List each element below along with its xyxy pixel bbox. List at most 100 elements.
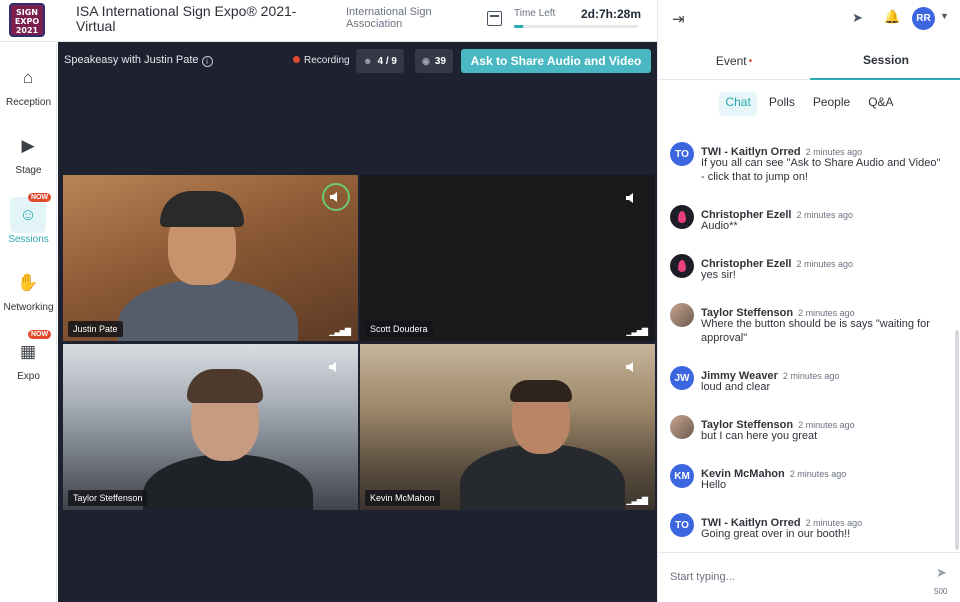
right-panel-toolbar: ⇥ ➤ 🔔 RR ▼	[658, 0, 960, 38]
handshake-icon: ✋	[17, 273, 39, 292]
message-text: Where the button should be is says "wait…	[701, 318, 930, 344]
nav-item-networking[interactable]: ✋ Networking	[0, 271, 57, 331]
sub-tab-polls[interactable]: Polls	[763, 92, 801, 116]
session-name: Speakeasy with Justin Pate i	[64, 54, 213, 67]
video-figure	[118, 279, 298, 341]
participants-count: 4 / 9	[377, 55, 397, 67]
participants-count-pill[interactable]: ☻ 4 / 9	[356, 49, 404, 73]
user-avatar[interactable]: RR	[912, 7, 935, 30]
message-text: but I can here you great	[701, 430, 818, 442]
nav-item-expo[interactable]: ▦ NOW Expo	[0, 330, 57, 400]
participant-name-tag: Scott Doudera	[365, 321, 433, 337]
chat-input[interactable]	[670, 565, 920, 589]
video-figure	[510, 380, 572, 402]
message-text: Going great over in our booth!!	[701, 528, 851, 540]
message-avatar[interactable]: TO	[670, 142, 694, 166]
info-icon[interactable]: i	[201, 56, 213, 67]
character-count: 500	[934, 587, 948, 596]
time-progress-bar	[514, 25, 638, 28]
message-text: loud and clear	[701, 381, 771, 393]
nav-label-networking: Networking	[3, 302, 54, 313]
nav-item-stage[interactable]: ▶ Stage	[0, 134, 57, 194]
video-camera-icon: ▶	[21, 136, 35, 155]
sub-tab-chat[interactable]: Chat	[719, 92, 757, 116]
video-figure	[187, 369, 263, 403]
viewers-count: 39	[434, 55, 446, 67]
home-icon: ⌂	[22, 68, 34, 87]
chevron-down-icon[interactable]: ▼	[940, 11, 949, 21]
video-tile-taylor-steffenson[interactable]: Taylor Steffenson	[63, 344, 358, 510]
paper-plane-icon[interactable]: ➤	[852, 10, 863, 26]
message-avatar[interactable]	[670, 415, 694, 439]
participant-video	[118, 187, 298, 341]
left-navigation: ⌂ Reception ▶ Stage ☺ NOW Sessions ✋ Net…	[0, 42, 57, 602]
session-name-text: Speakeasy with Justin Pate	[64, 54, 199, 66]
video-figure	[160, 191, 244, 227]
unread-dot-icon: •	[748, 55, 753, 67]
recording-dot-icon	[293, 56, 300, 63]
recording-indicator: Recording	[293, 55, 350, 66]
viewers-count-pill[interactable]: ◉ 39	[415, 49, 453, 73]
stage-header: Speakeasy with Justin Pate i Recording ☻ 4…	[58, 42, 657, 80]
booth-icon: ▦	[19, 342, 37, 361]
ask-to-share-button[interactable]: Ask to Share Audio and Video	[461, 49, 651, 73]
time-progress-fill	[514, 25, 523, 28]
people-icon: ☺	[19, 205, 37, 224]
right-panel: ⇥ ➤ 🔔 RR ▼ Event • Session Chat Polls Peo…	[657, 0, 960, 602]
time-left-label: Time Left	[514, 8, 556, 19]
message-avatar[interactable]: JW	[670, 366, 694, 390]
participant-name-tag: Justin Pate	[68, 321, 123, 337]
nav-label-sessions: Sessions	[8, 234, 49, 245]
event-title: ISA International Sign Expo® 2021-Virtua…	[76, 3, 297, 34]
sub-tab-qa[interactable]: Q&A	[862, 92, 899, 116]
send-icon[interactable]: ➤	[936, 565, 947, 581]
bell-icon[interactable]: 🔔	[884, 9, 900, 25]
message-text: If you all can see "Ask to Share Audio a…	[701, 157, 941, 183]
chat-scrollbar[interactable]	[955, 330, 959, 550]
participant-name-tag: Kevin McMahon	[365, 490, 440, 506]
participant-name-tag: Taylor Steffenson	[68, 490, 148, 506]
signal-strength-icon: ▁▃▅▇	[626, 327, 648, 336]
recording-label: Recording	[304, 55, 350, 66]
signal-strength-icon: ▁▃▅▇	[329, 327, 351, 336]
chat-message-list[interactable]: TO TWI - Kaitlyn Orred 2 minutes ago If y…	[658, 128, 953, 550]
app-root: SIGN EXPO 2021 ISA International Sign Expo…	[0, 0, 960, 602]
sub-tab-people[interactable]: People	[807, 92, 856, 116]
chat-composer: ➤ 500	[658, 552, 960, 602]
tab-event-label: Event	[715, 54, 747, 68]
eye-icon: ◉	[422, 55, 430, 66]
message-text: Audio**	[701, 220, 738, 232]
speaker-icon[interactable]	[328, 361, 340, 373]
video-tile-scott-doudera[interactable]: Scott Doudera ▁▃▅▇	[360, 175, 655, 341]
nav-label-reception: Reception	[5, 97, 52, 108]
participants-icon: ☻	[363, 56, 373, 66]
organizer-name: International Sign Association	[346, 6, 432, 30]
message-avatar[interactable]	[670, 303, 694, 327]
speaker-icon[interactable]	[625, 192, 637, 204]
message-avatar[interactable]: TO	[670, 513, 694, 537]
now-badge-sessions: NOW	[28, 193, 52, 202]
video-tile-kevin-mcmahon[interactable]: Kevin McMahon ▁▃▅▇	[360, 344, 655, 510]
collapse-panel-icon[interactable]: ⇥	[672, 10, 685, 28]
signal-strength-icon: ▁▃▅▇	[626, 496, 648, 505]
nav-label-stage: Stage	[15, 165, 42, 176]
message-avatar[interactable]: KM	[670, 464, 694, 488]
nav-item-sessions[interactable]: ☺ NOW Sessions	[0, 193, 57, 263]
speaker-icon[interactable]	[329, 191, 341, 203]
speaker-icon[interactable]	[625, 361, 637, 373]
message-text: Hello	[701, 479, 727, 491]
now-badge-expo: NOW	[28, 330, 52, 339]
calendar-icon[interactable]	[487, 11, 502, 26]
message-text: yes sir!	[701, 269, 736, 281]
message-avatar[interactable]	[670, 254, 694, 278]
panel-tabs: Event • Session	[658, 42, 960, 80]
nav-item-reception[interactable]: ⌂ Reception	[0, 66, 57, 126]
event-logo[interactable]: SIGN EXPO 2021	[9, 3, 45, 37]
time-left-value: 2d:7h:28m	[581, 7, 642, 21]
tab-session-label: Session	[862, 53, 910, 67]
video-tile-justin-pate[interactable]: Justin Pate ▁▃▅▇	[63, 175, 358, 341]
message-avatar[interactable]	[670, 205, 694, 229]
tab-event[interactable]: Event •	[658, 42, 810, 80]
top-bar: SIGN EXPO 2021 ISA International Sign Expo…	[0, 0, 657, 42]
tab-session[interactable]: Session	[810, 42, 960, 80]
